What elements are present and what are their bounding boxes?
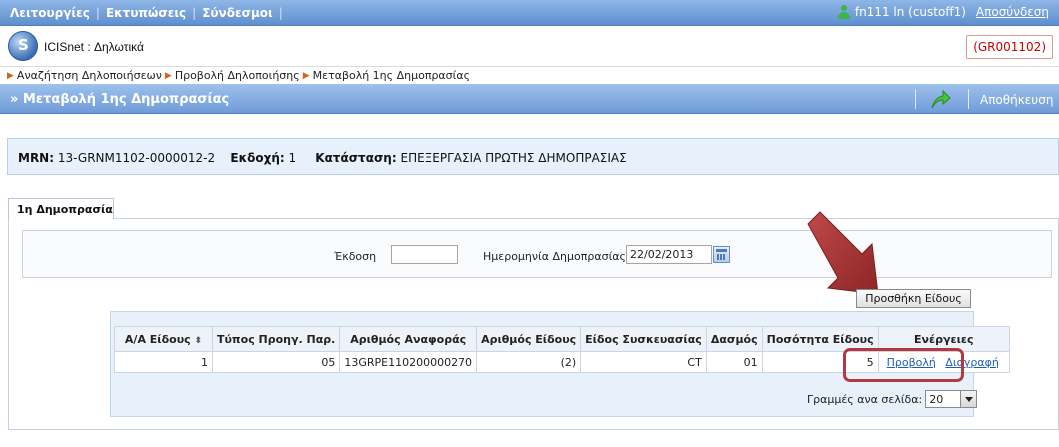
sort-icon[interactable]: ⬍: [195, 336, 203, 346]
annotation-arrow-icon: [807, 211, 879, 295]
cell-item-seq: 1: [114, 351, 213, 373]
breadcrumb-arrow-icon: ▶: [164, 70, 172, 81]
breadcrumb-arrow-icon: ▶: [302, 70, 310, 81]
cell-reference-number: 13GRPE110200000270: [339, 351, 478, 373]
column-header-item-seq[interactable]: Α/Α Είδους ⬍: [114, 326, 213, 352]
app-header: ICISnet : Δηλωτικά (GR001102): [0, 27, 1059, 67]
breadcrumb-arrow-icon: ▶: [7, 70, 14, 81]
office-code-badge: (GR001102): [966, 35, 1053, 59]
section-title-bar: » Μεταβολή 1ης Δημοπρασίας Αποθήκευση: [0, 84, 1059, 114]
chevron-down-icon[interactable]: [960, 391, 977, 407]
cell-duty: 01: [705, 351, 763, 373]
breadcrumb-item-search[interactable]: Αναζήτηση Δηλοποιήσεων: [17, 69, 162, 82]
page-title: » Μεταβολή 1ης Δημοπρασίας: [10, 92, 230, 107]
column-header-reference-number: Αριθμός Αναφοράς: [339, 326, 478, 352]
calendar-icon[interactable]: [713, 246, 730, 263]
cell-prev-doc-type: 05: [211, 351, 341, 373]
status-value: ΕΠΕΞΕΡΓΑΣΙΑ ΠΡΩΤΗΣ ΔΗΜΟΠΡΑΣΙΑΣ: [400, 151, 627, 165]
rows-per-page: Γραμμές ανα σελίδα: 20: [807, 390, 978, 408]
auction-date-label: Ημερομηνία Δημοπρασίας: [483, 250, 626, 263]
top-menu-bar: Λειτουργίες | Εκτυπώσεις | Σύνδεσμοι | f…: [0, 0, 1059, 26]
breadcrumb: ▶ Αναζήτηση Δηλοποιήσεων ▶ Προβολή Δηλοπ…: [0, 68, 1059, 83]
declaration-info-box: MRN: 13-GRNM1102-0000012-2 Εκδοχή: 1 Κατ…: [7, 138, 1059, 175]
version-value: 1: [288, 151, 297, 165]
menu-item-links[interactable]: Σύνδεσμοι: [202, 6, 273, 20]
toolbar-divider: [915, 89, 916, 109]
version-field[interactable]: [391, 245, 458, 264]
actions-highlight-box: [843, 348, 964, 382]
status-label: Κατάσταση:: [315, 151, 397, 165]
breadcrumb-item-view[interactable]: Προβολή Δηλοποιήσης: [175, 69, 300, 82]
add-item-button[interactable]: Προσθήκη Είδους: [856, 289, 971, 308]
version-label: Εκδοχή:: [230, 151, 285, 165]
user-name: fn111 ln (custoff1): [854, 5, 966, 19]
toolbar-divider: [968, 89, 969, 109]
go-up-arrow-icon[interactable]: [928, 88, 952, 110]
logout-link[interactable]: Αποσύνδεση: [976, 5, 1049, 19]
menu-item-functions[interactable]: Λειτουργίες: [10, 6, 90, 20]
cell-package-type: CT: [580, 351, 707, 373]
breadcrumb-item-current: Μεταβολή 1ης Δημοπρασίας: [312, 69, 471, 82]
auction-date-field[interactable]: 22/02/2013: [626, 245, 712, 264]
column-header-item-number: Αριθμός Είδους: [476, 326, 582, 352]
column-header-prev-doc-type: Τύπος Προηγ. Παρ.: [211, 326, 341, 352]
menu-separator: |: [192, 6, 197, 20]
column-header-package-type: Είδος Συσκευασίας: [580, 326, 707, 352]
declaration-info-line: MRN: 13-GRNM1102-0000012-2 Εκδοχή: 1 Κατ…: [18, 151, 627, 165]
rows-per-page-select[interactable]: 20: [925, 390, 978, 408]
tab-first-auction[interactable]: 1η Δημοπρασία: [8, 198, 114, 219]
save-button[interactable]: Αποθήκευση: [980, 93, 1053, 107]
user-area: fn111 ln (custoff1) Αποσύνδεση: [837, 5, 1049, 19]
main-menu: Λειτουργίες | Εκτυπώσεις | Σύνδεσμοι |: [10, 6, 283, 20]
cell-item-number: (2): [476, 351, 582, 373]
app-logo-icon: [8, 31, 38, 61]
mrn-label: MRN:: [18, 151, 55, 165]
mrn-value: 13-GRNM1102-0000012-2: [57, 151, 216, 165]
column-header-duty: Δασμός: [705, 326, 763, 352]
menu-separator: |: [278, 6, 283, 20]
user-icon: [837, 5, 851, 19]
version-field-label: Έκδοση: [334, 250, 377, 263]
rows-per-page-label: Γραμμές ανα σελίδα:: [807, 392, 923, 406]
menu-item-prints[interactable]: Εκτυπώσεις: [106, 6, 186, 20]
rows-per-page-value: 20: [929, 393, 944, 406]
menu-separator: |: [95, 6, 100, 20]
app-title: ICISnet : Δηλωτικά: [44, 40, 144, 54]
